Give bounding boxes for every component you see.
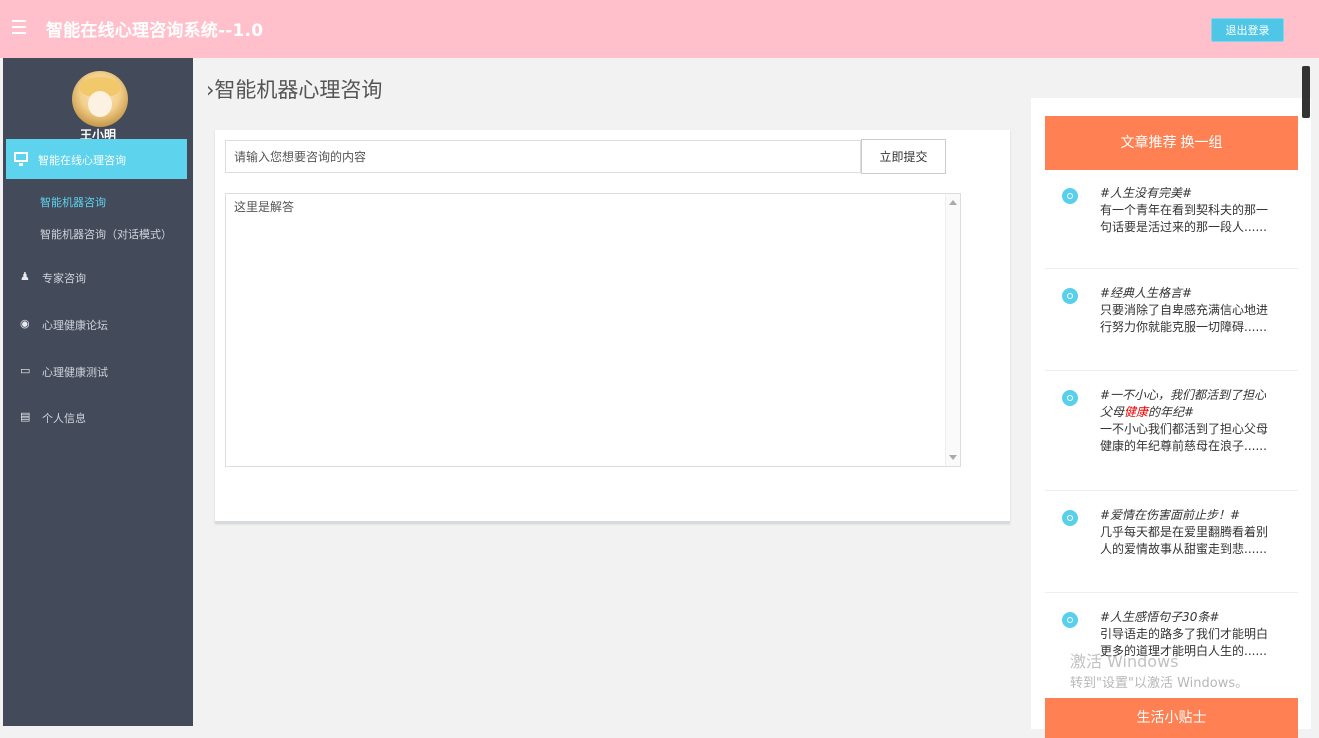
sidebar-item-profile[interactable]: ▤ 个人信息 bbox=[18, 408, 188, 428]
swap-link[interactable]: 换一组 bbox=[1181, 135, 1223, 151]
sidebar-subitem-robot-dialog[interactable]: 智能机器咨询（对话模式） bbox=[40, 226, 172, 242]
article-excerpt: 一不小心我们都活到了担心父母健康的年纪尊前慈母在浪子...... bbox=[1100, 422, 1269, 453]
logout-button[interactable]: 退出登录 bbox=[1211, 18, 1284, 42]
answer-textarea[interactable]: 这里是解答 bbox=[225, 193, 961, 467]
clock-icon bbox=[1062, 188, 1078, 204]
clock-icon bbox=[1062, 288, 1078, 304]
page-scrollbar[interactable] bbox=[1302, 66, 1310, 118]
windows-activation-watermark: 激活 Windows bbox=[1070, 652, 1179, 671]
answer-scrollbar[interactable] bbox=[945, 194, 960, 466]
user-icon: ♟ bbox=[20, 270, 30, 283]
chart-icon: ▤ bbox=[20, 410, 31, 423]
sidebar-item-label: 个人信息 bbox=[42, 412, 86, 425]
article-title[interactable]: #人生感悟句子30条# bbox=[1100, 609, 1270, 626]
article-title[interactable]: #一不小心，我们都活到了担心父母健康的年纪# bbox=[1100, 387, 1270, 421]
monitor-icon bbox=[14, 152, 28, 166]
sidebar-subitem-robot-consult[interactable]: 智能机器咨询 bbox=[40, 194, 106, 210]
life-tips-header: 生活小贴士 bbox=[1045, 698, 1298, 738]
top-bar: 智能在线心理咨询系统--1.0 退出登录 bbox=[0, 0, 1319, 58]
article-title[interactable]: #爱情在伤害面前止步！# bbox=[1100, 507, 1270, 524]
sidebar-item-label: 智能在线心理咨询 bbox=[38, 154, 126, 167]
sidebar-item-online-consult[interactable]: 智能在线心理咨询 bbox=[6, 139, 187, 179]
sidebar-item-expert[interactable]: ♟ 专家咨询 bbox=[18, 268, 188, 288]
consult-panel: 立即提交 这里是解答 bbox=[215, 130, 1010, 523]
article-title[interactable]: #经典人生格言# bbox=[1100, 285, 1270, 302]
windows-activation-hint: 转到"设置"以激活 Windows。 bbox=[1070, 676, 1249, 691]
menu-icon[interactable] bbox=[12, 20, 26, 38]
sidebar-item-label: 心理健康论坛 bbox=[42, 319, 108, 332]
article-title[interactable]: #人生没有完美# bbox=[1100, 185, 1270, 202]
clock-icon bbox=[1062, 390, 1078, 406]
book-icon: ▭ bbox=[20, 364, 31, 377]
clock-icon bbox=[1062, 510, 1078, 526]
app-title: 智能在线心理咨询系统--1.0 bbox=[46, 21, 264, 41]
article-excerpt: 只要消除了自卑感充满信心地进行努力你就能克服一切障碍...... bbox=[1100, 303, 1269, 334]
avatar bbox=[72, 71, 128, 127]
article-item[interactable]: #经典人生格言# 只要消除了自卑感充满信心地进行努力你就能克服一切障碍.....… bbox=[1045, 278, 1298, 371]
page-title: ›智能机器心理咨询 bbox=[206, 78, 383, 102]
article-excerpt: 几乎每天都是在爱里翻腾看着别人的爱情故事从甜蜜走到悲...... bbox=[1100, 525, 1269, 556]
submit-button[interactable]: 立即提交 bbox=[861, 139, 946, 174]
article-item[interactable]: #人生没有完美# 有一个青年在看到契科夫的那一句话要是活过来的那一段人.....… bbox=[1045, 178, 1298, 269]
sidebar-item-forum[interactable]: ◉ 心理健康论坛 bbox=[18, 315, 188, 335]
recommend-title: 文章推荐 bbox=[1120, 135, 1177, 151]
article-item[interactable]: #一不小心，我们都活到了担心父母健康的年纪# 一不小心我们都活到了担心父母健康的… bbox=[1045, 380, 1298, 491]
sidebar: 王小明 智能在线心理咨询 智能机器咨询 智能机器咨询（对话模式） ♟ 专家咨询 … bbox=[3, 58, 193, 726]
article-excerpt: 有一个青年在看到契科夫的那一句话要是活过来的那一段人...... bbox=[1100, 203, 1269, 234]
sidebar-item-label: 专家咨询 bbox=[42, 272, 86, 285]
right-column: 文章推荐 换一组 #人生没有完美# 有一个青年在看到契科夫的那一句话要是活过来的那… bbox=[1031, 98, 1311, 738]
clock-icon bbox=[1062, 612, 1078, 628]
highlight-text: 健康 bbox=[1124, 405, 1149, 419]
consult-input[interactable] bbox=[225, 140, 861, 173]
sidebar-item-test[interactable]: ▭ 心理健康测试 bbox=[18, 362, 188, 382]
answer-placeholder: 这里是解答 bbox=[234, 200, 295, 214]
forum-icon: ◉ bbox=[20, 317, 30, 330]
sidebar-item-label: 心理健康测试 bbox=[42, 366, 108, 379]
article-recommend-header: 文章推荐 换一组 bbox=[1045, 116, 1298, 170]
article-item[interactable]: #爱情在伤害面前止步！# 几乎每天都是在爱里翻腾看着别人的爱情故事从甜蜜走到悲.… bbox=[1045, 500, 1298, 593]
